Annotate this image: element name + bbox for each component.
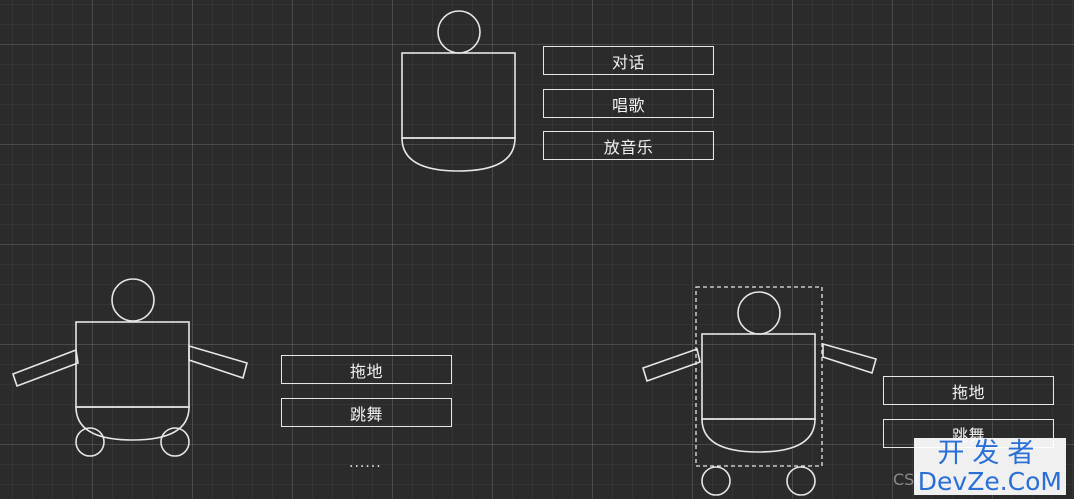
more-ellipsis-left: ...... — [349, 455, 382, 471]
robot-left-body — [75, 321, 190, 408]
robot-right-selection-box — [695, 286, 823, 467]
button-dance[interactable]: 跳舞 — [281, 398, 452, 427]
robot-right-head — [737, 291, 781, 335]
grid-canvas: 对话 唱歌 放音乐 拖地 跳舞 ...... 拖地 跳舞 ...... CSDN… — [0, 0, 1074, 499]
robot-left — [11, 278, 248, 457]
button-mop-right[interactable]: 拖地 — [883, 376, 1054, 405]
button-talk[interactable]: 对话 — [543, 46, 714, 75]
robot-right-body — [701, 333, 816, 420]
robot-right-wheel-right — [786, 466, 816, 496]
robot-top — [401, 10, 516, 172]
robot-left-head — [111, 278, 155, 322]
button-mop[interactable]: 拖地 — [281, 355, 452, 384]
button-sing[interactable]: 唱歌 — [543, 89, 714, 118]
button-play-music[interactable]: 放音乐 — [543, 131, 714, 160]
watermark-bottom-text: DevZe.CoM — [917, 466, 1062, 496]
robot-top-base — [401, 137, 516, 172]
robot-right-base — [701, 418, 816, 453]
devze-watermark: 开发者 DevZe.CoM — [913, 438, 1066, 496]
robot-right-arm-left — [642, 347, 701, 383]
watermark-top-text: 开发者 — [937, 438, 1043, 470]
robot-left-arm-left — [11, 348, 79, 388]
robot-right — [642, 286, 877, 496]
robot-right-wheel-left — [701, 466, 731, 496]
robot-top-head — [437, 10, 481, 54]
robot-top-body — [401, 52, 516, 139]
robot-right-arm-right — [822, 342, 877, 375]
robot-left-arm-right — [188, 344, 248, 380]
robot-left-base — [75, 406, 190, 441]
